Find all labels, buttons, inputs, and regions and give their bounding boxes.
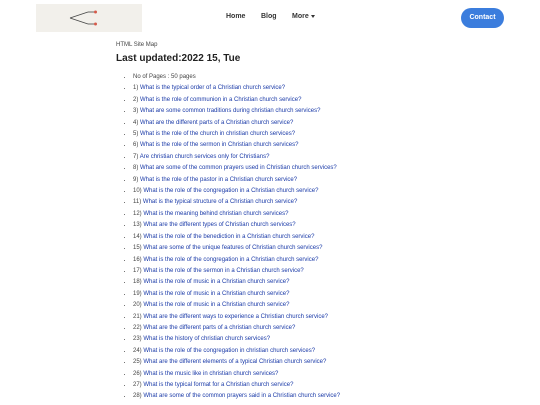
sitemap-link[interactable]: What is the typical order of a Christian… — [140, 85, 285, 91]
list-item: 9) What is the role of the pastor in a C… — [133, 175, 496, 186]
sitemap-link[interactable]: What are the different parts of a christ… — [143, 325, 295, 331]
item-number: 5) — [133, 131, 139, 138]
pages-count: No of Pages : 50 pages — [133, 72, 496, 83]
item-number: 4) — [133, 119, 139, 126]
list-item: 18) What is the role of music in a Chris… — [133, 277, 496, 288]
item-number: 1) — [133, 85, 139, 92]
sitemap-link[interactable]: What is the role of the church in christ… — [140, 131, 295, 137]
sitemap-link[interactable]: What is the role of the congregation in … — [143, 188, 318, 194]
list-item: 22) What are the different parts of a ch… — [133, 323, 496, 334]
item-number: 10) — [133, 188, 142, 195]
list-item: 19) What is the role of music in a Chris… — [133, 289, 496, 300]
list-item: 20) What is the role of music in a Chris… — [133, 300, 496, 311]
sitemap-link[interactable]: What are some common traditions during c… — [140, 108, 320, 114]
item-number: 14) — [133, 233, 142, 240]
list-item: 25) What are the different elements of a… — [133, 357, 496, 368]
item-number: 19) — [133, 290, 142, 297]
sitemap-link[interactable]: Are christian church services only for C… — [140, 154, 270, 160]
list-item: 5) What is the role of the church in chr… — [133, 129, 496, 140]
item-number: 24) — [133, 347, 142, 354]
item-number: 25) — [133, 359, 142, 366]
item-number: 21) — [133, 313, 142, 320]
sitemap-link[interactable]: What is the meaning behind christian chu… — [143, 211, 288, 217]
sitemap-link[interactable]: What is the role of the benediction in a… — [143, 234, 314, 240]
list-item: 28) What are some of the common prayers … — [133, 391, 496, 402]
sitemap-link[interactable]: What is the typical format for a Christi… — [143, 382, 293, 388]
sitemap-label: HTML Site Map — [116, 42, 158, 48]
nav-more-dropdown[interactable]: More — [292, 13, 315, 20]
sitemap-link[interactable]: What is the music like in christian chur… — [143, 371, 278, 377]
sitemap-link[interactable]: What are the different elements of a typ… — [143, 359, 326, 365]
list-item: 16) What is the role of the congregation… — [133, 255, 496, 266]
item-number: 11) — [133, 199, 142, 206]
list-item: 11) What is the typical structure of a C… — [133, 197, 496, 208]
item-number: 18) — [133, 279, 142, 286]
sitemap-link[interactable]: What is the role of the congregation in … — [143, 348, 315, 354]
site-logo[interactable] — [36, 4, 142, 32]
sitemap-link[interactable]: What are the different types of Christia… — [143, 222, 295, 228]
list-item: 8) What are some of the common prayers u… — [133, 163, 496, 174]
item-number: 27) — [133, 381, 142, 388]
nav-home-link[interactable]: Home — [226, 13, 245, 20]
item-number: 26) — [133, 370, 142, 377]
branch-logo-icon — [69, 10, 97, 26]
sitemap-link[interactable]: What are the different parts of a Christ… — [140, 120, 293, 126]
list-item: 6) What is the role of the sermon in Chr… — [133, 140, 496, 151]
contact-button[interactable]: Contact — [461, 8, 504, 28]
item-number: 6) — [133, 142, 139, 149]
item-number: 17) — [133, 267, 142, 274]
item-number: 20) — [133, 302, 142, 309]
list-item: 24) What is the role of the congregation… — [133, 346, 496, 357]
item-number: 15) — [133, 245, 142, 252]
sitemap-list: No of Pages : 50 pages 1) What is the ty… — [116, 72, 496, 403]
page-title: Last updated:2022 15, Tue — [116, 53, 241, 64]
list-item: 2) What is the role of communion in a Ch… — [133, 95, 496, 106]
list-item: 10) What is the role of the congregation… — [133, 186, 496, 197]
sitemap-link[interactable]: What is the role of the pastor in a Chri… — [140, 177, 297, 183]
list-item: 23) What is the history of christian chu… — [133, 334, 496, 345]
sitemap-link[interactable]: What is the role of communion in a Chris… — [140, 97, 301, 103]
item-number: 28) — [133, 393, 142, 400]
sitemap-link[interactable]: What are some of the common prayers said… — [143, 393, 340, 399]
list-item: 17) What is the role of the sermon in a … — [133, 266, 496, 277]
nav-blog-link[interactable]: Blog — [261, 13, 277, 20]
sitemap-link[interactable]: What is the role of music in a Christian… — [143, 291, 289, 297]
item-number: 7) — [133, 153, 139, 160]
item-number: 8) — [133, 165, 139, 172]
item-number: 22) — [133, 324, 142, 331]
list-item: 21) What are the different ways to exper… — [133, 312, 496, 323]
list-item: 12) What is the meaning behind christian… — [133, 209, 496, 220]
list-item: 27) What is the typical format for a Chr… — [133, 380, 496, 391]
item-number: 23) — [133, 336, 142, 343]
list-item: 13) What are the different types of Chri… — [133, 220, 496, 231]
sitemap-link[interactable]: What are some of the common prayers used… — [140, 165, 337, 171]
caret-down-icon — [310, 14, 315, 18]
item-number: 9) — [133, 176, 139, 183]
sitemap-link[interactable]: What is the role of the sermon in a Chri… — [143, 268, 303, 274]
sitemap-link[interactable]: What is the role of music in a Christian… — [143, 302, 289, 308]
item-number: 16) — [133, 256, 142, 263]
list-item: 14) What is the role of the benediction … — [133, 232, 496, 243]
item-number: 13) — [133, 222, 142, 229]
item-number: 3) — [133, 108, 139, 115]
sitemap-link[interactable]: What is the typical structure of a Chris… — [143, 199, 297, 205]
list-item: 4) What are the different parts of a Chr… — [133, 118, 496, 129]
sitemap-link[interactable]: What is the role of the congregation in … — [143, 257, 318, 263]
sitemap-link[interactable]: What is the role of music in a Christian… — [143, 279, 289, 285]
list-item: 1) What is the typical order of a Christ… — [133, 83, 496, 94]
sitemap-link[interactable]: What is the history of christian church … — [143, 336, 270, 342]
site-header: Home Blog More Contact — [0, 0, 540, 40]
list-item: 3) What are some common traditions durin… — [133, 106, 496, 117]
list-item: 26) What is the music like in christian … — [133, 369, 496, 380]
list-item: 15) What are some of the unique features… — [133, 243, 496, 254]
sitemap-link[interactable]: What are some of the unique features of … — [143, 245, 322, 251]
item-number: 2) — [133, 96, 139, 103]
sitemap-content: HTML Site Map Last updated:2022 15, Tue … — [116, 41, 496, 403]
sitemap-link[interactable]: What are the different ways to experienc… — [143, 314, 328, 320]
list-item: 7) Are christian church services only fo… — [133, 152, 496, 163]
sitemap-link[interactable]: What is the role of the sermon in Christ… — [140, 142, 298, 148]
item-number: 12) — [133, 210, 142, 217]
nav-more-label: More — [292, 13, 309, 20]
